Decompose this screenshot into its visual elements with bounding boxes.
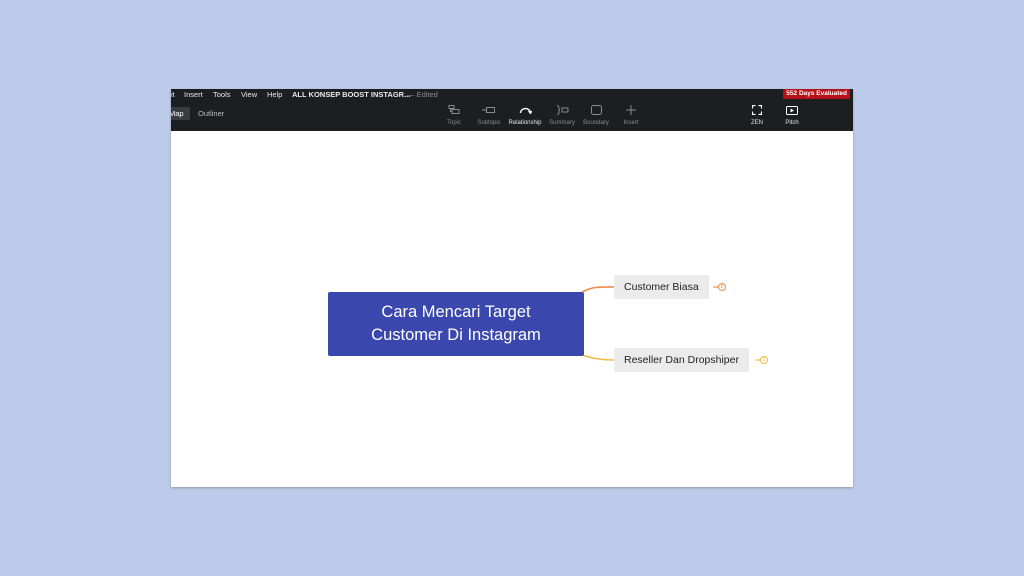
subtopic-reseller-dropshiper[interactable]: Reseller Dan Dropshiper <box>614 348 749 372</box>
mindmap-app-window: it Insert Tools View Help ALL KONSEP BOO… <box>171 89 853 487</box>
subtopic-label: Subtopic <box>477 120 501 126</box>
relationship-label: Relationship <box>508 120 542 126</box>
insert-label: Insert <box>623 120 639 126</box>
relationship-button[interactable]: Relationship <box>507 104 543 127</box>
insert-button[interactable]: Insert <box>613 104 649 127</box>
plus-icon <box>613 104 649 116</box>
menu-insert[interactable]: Insert <box>184 89 203 101</box>
subtopic-customer-biasa[interactable]: Customer Biasa <box>614 275 709 299</box>
zen-button[interactable]: ZEN <box>739 104 775 127</box>
menu-edit[interactable]: it <box>171 89 175 101</box>
app-toolbar: it Insert Tools View Help ALL KONSEP BOO… <box>171 89 853 131</box>
document-title: ALL KONSEP BOOST INSTAGR... <box>292 90 411 99</box>
central-topic-line-1: Cara Mencari Target <box>381 303 531 321</box>
menu-tools[interactable]: Tools <box>213 89 231 101</box>
summary-icon <box>544 104 580 116</box>
mindmap-canvas[interactable]: Cara Mencari Target Customer Di Instagra… <box>171 131 853 487</box>
edit-status: — Edited <box>407 90 438 99</box>
central-topic-line-2: Customer Di Instagram <box>371 326 541 344</box>
menu-view[interactable]: View <box>241 89 257 101</box>
summary-label: Summary <box>549 120 575 126</box>
menu-bar: it Insert Tools View Help ALL KONSEP BOO… <box>171 89 853 101</box>
boundary-label: Boundary <box>583 120 609 126</box>
boundary-button[interactable]: Boundary <box>578 104 614 127</box>
central-topic[interactable]: Cara Mencari Target Customer Di Instagra… <box>328 292 584 356</box>
menu-help[interactable]: Help <box>267 89 282 101</box>
boundary-icon <box>578 104 614 116</box>
summary-button[interactable]: Summary <box>544 104 580 127</box>
subtopic-icon <box>471 104 507 116</box>
collapse-toggle-customer-biasa[interactable]: 6 <box>718 283 726 291</box>
topic-label: Topic <box>446 120 461 126</box>
trial-badge[interactable]: 552 Days Evaluated <box>783 89 850 99</box>
tab-map[interactable]: Map <box>171 107 190 120</box>
topic-button[interactable]: Topic <box>436 104 472 127</box>
topic-icon <box>436 104 472 116</box>
subtopic-button[interactable]: Subtopic <box>471 104 507 127</box>
relationship-icon <box>507 104 543 116</box>
connector-reseller <box>578 353 616 361</box>
connector-customer-biasa <box>578 286 616 295</box>
collapse-toggle-reseller[interactable]: 3 <box>760 356 768 364</box>
pitch-button[interactable]: Pitch <box>774 104 810 127</box>
play-icon <box>774 104 810 116</box>
fullscreen-icon <box>739 104 775 116</box>
tab-outliner[interactable]: Outliner <box>198 107 224 120</box>
pitch-label: Pitch <box>785 120 799 126</box>
zen-label: ZEN <box>751 120 763 126</box>
